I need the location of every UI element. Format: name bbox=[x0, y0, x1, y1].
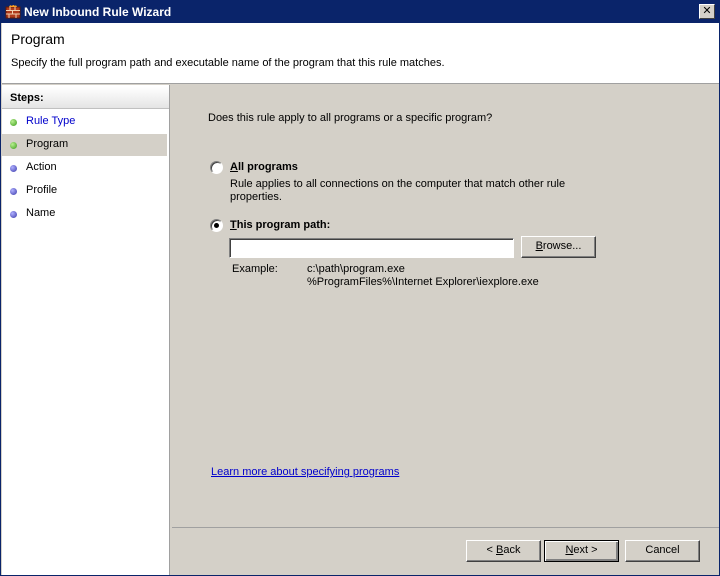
title-bar[interactable]: New Inbound Rule Wizard ✕ bbox=[1, 1, 719, 23]
cancel-button[interactable]: Cancel bbox=[625, 540, 700, 562]
accelerator-key: T bbox=[230, 219, 237, 231]
step-label: Profile bbox=[26, 184, 58, 196]
step-complete-icon bbox=[10, 119, 17, 126]
wizard-header: Program Specify the full program path an… bbox=[2, 23, 719, 84]
back-button[interactable]: < Back bbox=[466, 540, 541, 562]
next-button[interactable]: Next > bbox=[544, 540, 619, 562]
step-label: Action bbox=[26, 161, 57, 173]
step-rule-type[interactable]: Rule Type bbox=[2, 111, 167, 133]
all-programs-radio[interactable] bbox=[210, 161, 223, 174]
label-text: ll programs bbox=[237, 161, 298, 173]
button-label: ext > bbox=[573, 544, 598, 556]
accelerator-key: A bbox=[230, 161, 238, 173]
button-label: Cancel bbox=[645, 544, 680, 556]
step-pending-icon bbox=[10, 188, 17, 195]
firewall-icon bbox=[5, 5, 21, 19]
window-title: New Inbound Rule Wizard bbox=[24, 5, 172, 19]
example-path-1: c:\path\program.exe bbox=[307, 263, 405, 275]
wizard-window: New Inbound Rule Wizard ✕ Program Specif… bbox=[0, 0, 720, 576]
step-label: Program bbox=[26, 138, 69, 150]
close-button[interactable]: ✕ bbox=[699, 4, 715, 19]
close-icon: ✕ bbox=[702, 5, 712, 17]
page-subtitle: Specify the full program path and execut… bbox=[11, 57, 445, 69]
step-complete-icon bbox=[10, 142, 17, 149]
all-programs-label[interactable]: All programs bbox=[230, 161, 298, 173]
label-text: his program path: bbox=[236, 219, 331, 231]
steps-header: Steps: bbox=[2, 87, 169, 109]
button-label: ack bbox=[503, 544, 521, 556]
example-path-2: %ProgramFiles%\Internet Explorer\iexplor… bbox=[307, 276, 539, 288]
program-path-label[interactable]: This program path: bbox=[230, 219, 330, 231]
wizard-content: Does this rule apply to all programs or … bbox=[172, 85, 719, 527]
step-profile: Profile bbox=[2, 180, 167, 202]
steps-title: Steps: bbox=[10, 92, 44, 104]
browse-button[interactable]: Browse... bbox=[521, 236, 596, 258]
page-title: Program bbox=[11, 31, 65, 47]
step-name: Name bbox=[2, 203, 167, 225]
question-text: Does this rule apply to all programs or … bbox=[208, 112, 493, 124]
learn-more-link[interactable]: Learn more about specifying programs bbox=[211, 466, 399, 478]
steps-sidebar: Steps: Rule Type Program Action Profile … bbox=[2, 85, 170, 575]
accelerator-key: B bbox=[535, 240, 543, 252]
program-path-radio[interactable] bbox=[210, 219, 223, 232]
wizard-footer: < Back Next > Cancel bbox=[172, 527, 719, 575]
button-label: < bbox=[486, 544, 496, 556]
step-pending-icon bbox=[10, 211, 17, 218]
example-label: Example: bbox=[232, 263, 278, 275]
step-label: Rule Type bbox=[26, 115, 76, 127]
radio-selected-indicator bbox=[214, 223, 219, 228]
step-pending-icon bbox=[10, 165, 17, 172]
step-label: Name bbox=[26, 207, 56, 219]
step-program[interactable]: Program bbox=[2, 134, 167, 156]
step-action: Action bbox=[2, 157, 167, 179]
program-path-input[interactable] bbox=[229, 238, 514, 258]
button-label: rowse... bbox=[542, 240, 582, 252]
all-programs-description: Rule applies to all connections on the c… bbox=[230, 178, 566, 203]
